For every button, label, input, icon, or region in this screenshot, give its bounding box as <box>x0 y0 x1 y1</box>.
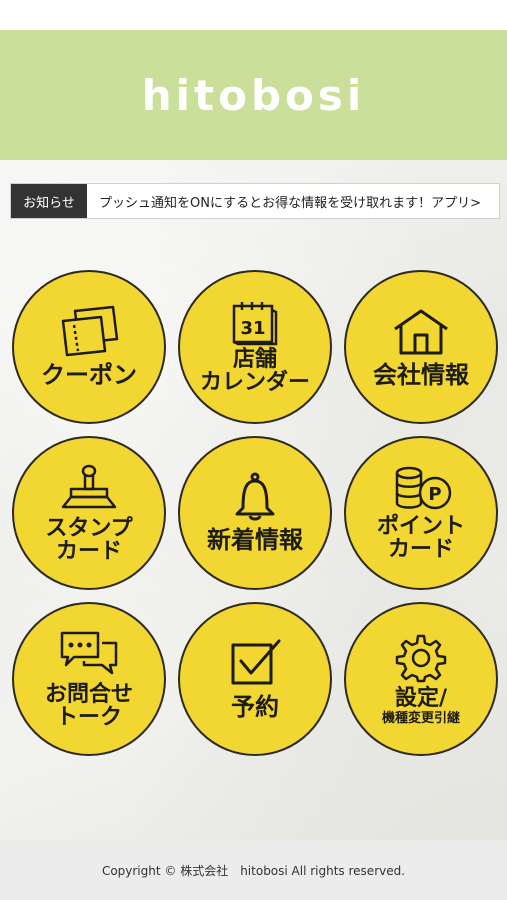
house-icon <box>394 309 448 355</box>
point-card-button[interactable]: P ポイント カード <box>344 436 498 590</box>
news-info-label: 新着情報 <box>207 526 303 555</box>
reservation-label: 予約 <box>231 693 279 722</box>
coupon-label: クーポン <box>41 361 137 390</box>
menu-grid: クーポン 31 店舗 カレンダー 会社情報 スタンプ カード 新着情報 P ポイ… <box>12 270 498 756</box>
news-label: お知らせ <box>11 184 87 218</box>
app-header: hitobosi <box>0 30 507 160</box>
copyright-text: Copyright © 株式会社 hitobosi All rights res… <box>101 863 406 878</box>
store-calendar-label-1: 店舗 <box>232 346 277 372</box>
footer: Copyright © 株式会社 hitobosi All rights res… <box>0 840 507 900</box>
status-bar-area <box>0 0 507 30</box>
news-info-button[interactable]: 新着情報 <box>178 436 332 590</box>
coin-letter: P <box>428 484 441 505</box>
store-calendar-label-2: カレンダー <box>199 370 310 395</box>
stamp-card-button[interactable]: スタンプ カード <box>12 436 166 590</box>
chat-bubbles-icon <box>60 631 118 675</box>
checkbox-icon <box>231 639 281 685</box>
coupon-button[interactable]: クーポン <box>12 270 166 424</box>
calendar-number: 31 <box>240 318 265 339</box>
company-info-button[interactable]: 会社情報 <box>344 270 498 424</box>
settings-label-1: 設定/ <box>394 685 448 711</box>
settings-label-2: 機種変更引継 <box>381 710 460 726</box>
gear-icon <box>395 634 447 682</box>
stamp-icon <box>61 464 117 509</box>
contact-talk-button[interactable]: お問合せ トーク <box>12 602 166 756</box>
news-text[interactable]: プッシュ通知をONにするとお得な情報を受け取れます！アプリ> <box>87 184 499 218</box>
points-coins-icon: P <box>395 466 452 510</box>
settings-transfer-button[interactable]: 設定/ 機種変更引継 <box>344 602 498 756</box>
company-info-label: 会社情報 <box>373 361 469 390</box>
bell-icon <box>235 472 275 521</box>
app-title: hitobosi <box>141 70 366 120</box>
point-card-label-1: ポイント <box>376 513 465 539</box>
news-ticker[interactable]: お知らせ プッシュ通知をONにするとお得な情報を受け取れます！アプリ> <box>10 183 500 219</box>
coupon-icon <box>61 306 119 357</box>
reservation-button[interactable]: 予約 <box>178 602 332 756</box>
calendar-icon: 31 <box>232 301 278 346</box>
stamp-card-label-1: スタンプ <box>45 515 133 541</box>
point-card-label-2: カード <box>387 537 454 562</box>
contact-talk-label-1: お問合せ <box>44 681 133 707</box>
stamp-card-label-2: カード <box>55 539 122 564</box>
store-calendar-button[interactable]: 31 店舗 カレンダー <box>178 270 332 424</box>
contact-talk-label-2: トーク <box>55 705 122 730</box>
